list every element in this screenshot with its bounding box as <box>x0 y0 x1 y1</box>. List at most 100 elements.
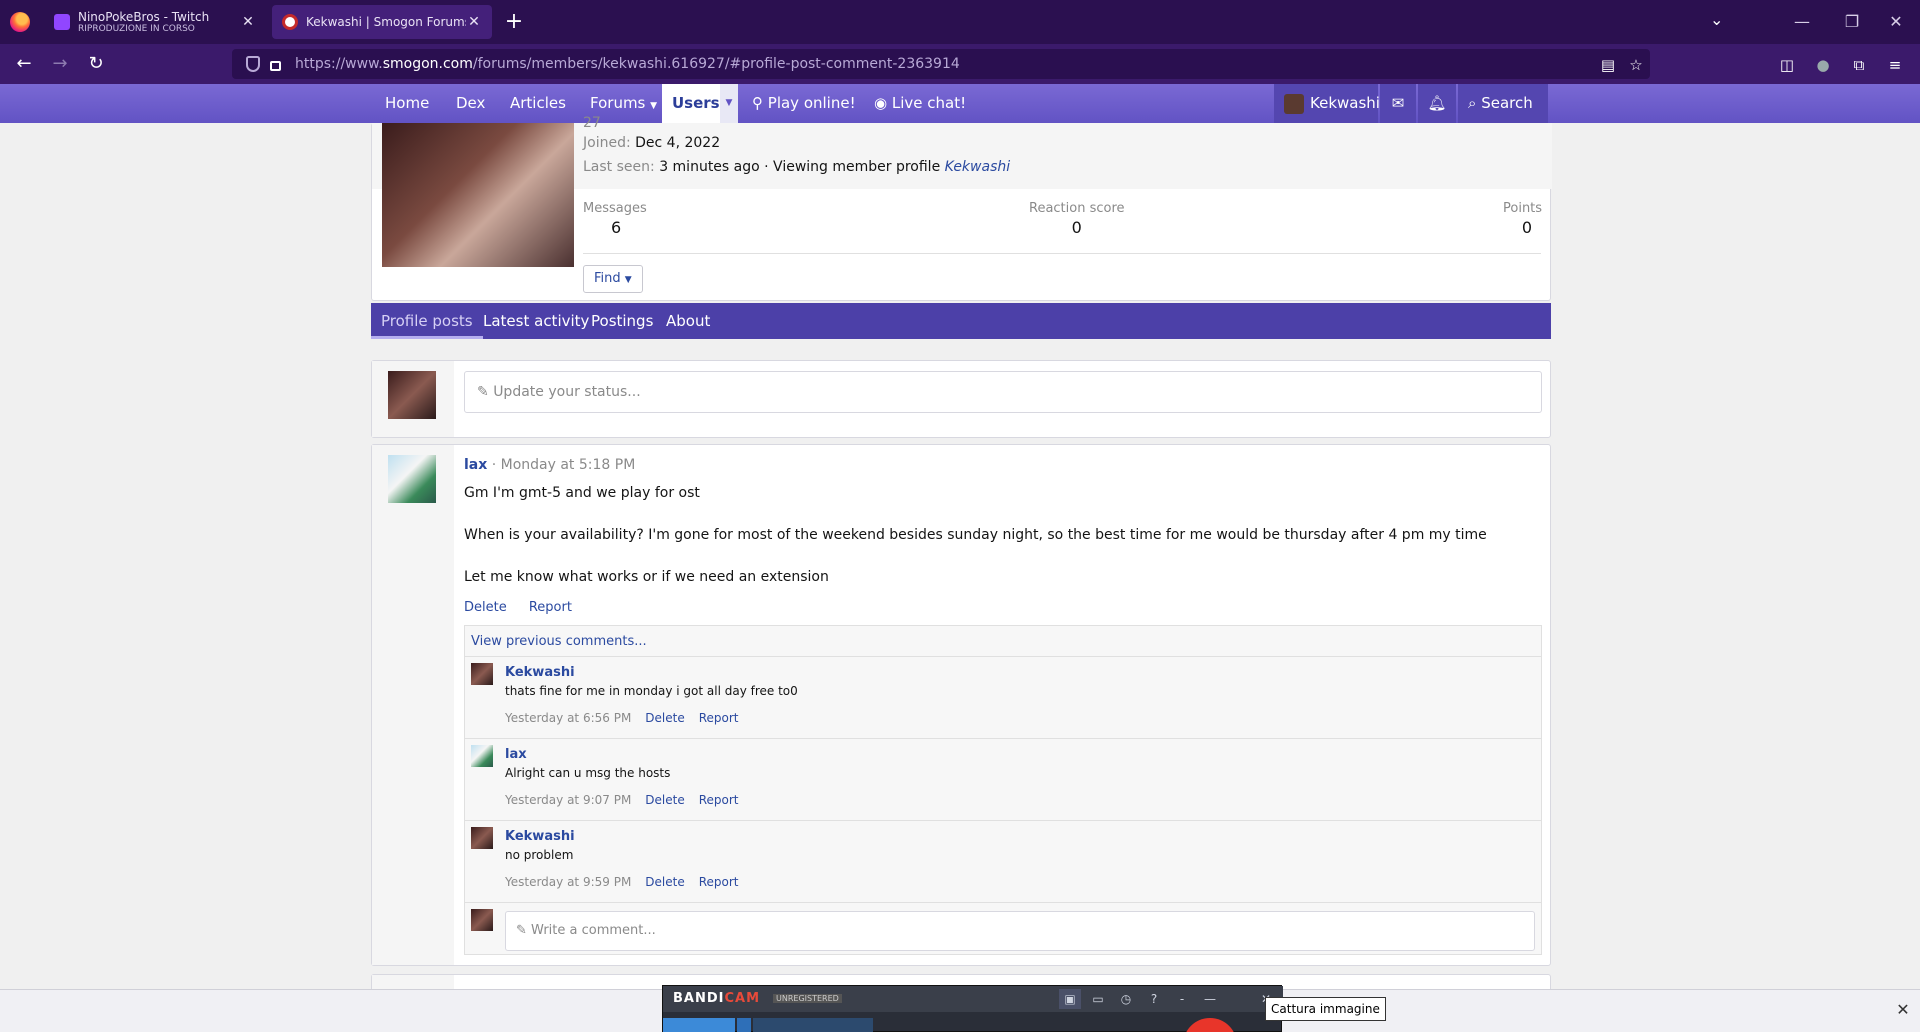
new-tab-icon[interactable]: + <box>502 10 526 34</box>
forward-icon[interactable]: → <box>48 52 72 76</box>
showdown-icon: ⚲ <box>752 94 763 112</box>
pencil-icon: ✎ <box>477 384 489 400</box>
avatar[interactable] <box>471 663 493 685</box>
nav-home[interactable]: Home <box>375 84 439 123</box>
tab-smogon[interactable]: Kekwashi | Smogon Forums ✕ <box>272 5 492 39</box>
pocket-icon[interactable]: ◫ <box>1776 54 1798 76</box>
nav-live-chat[interactable]: ◉ Live chat! <box>864 84 976 123</box>
post-actions: Delete Report <box>464 600 590 615</box>
comment-time[interactable]: Yesterday at 9:07 PM <box>505 793 631 807</box>
status-input[interactable]: ✎ Update your status... <box>464 371 1542 413</box>
bandicam-window[interactable]: BANDICAM UNREGISTERED ▣ ▭ ◷ ? - — ✕ <box>662 985 1283 1032</box>
comment-author[interactable]: Kekwashi <box>505 665 575 680</box>
delete-link[interactable]: Delete <box>645 711 684 725</box>
url-text: https://www.smogon.com/forums/members/ke… <box>295 56 960 72</box>
close-icon[interactable]: ✕ <box>240 14 256 30</box>
collapse-icon[interactable]: — <box>1199 989 1221 1009</box>
tab-postings[interactable]: Postings <box>581 303 663 339</box>
avatar[interactable] <box>471 909 493 931</box>
avatar[interactable] <box>471 827 493 849</box>
extensions-puzzle-icon[interactable]: ⧉ <box>1848 54 1870 76</box>
nav-search[interactable]: ⌕ Search <box>1458 84 1548 123</box>
comment-text: Alright can u msg the hosts <box>505 766 671 780</box>
mode-tab[interactable] <box>753 1018 873 1032</box>
folder-icon[interactable]: ▭ <box>1087 989 1109 1009</box>
post-line: Let me know what works or if we need an … <box>464 569 829 585</box>
comment-input[interactable]: ✎ Write a comment... <box>505 911 1535 951</box>
stat-reaction-score[interactable]: Reaction score 0 <box>1029 201 1125 237</box>
nav-articles[interactable]: Articles <box>500 84 576 123</box>
mode-tab[interactable] <box>737 1018 751 1032</box>
bookmark-star-icon[interactable]: ☆ <box>1626 55 1646 75</box>
lock-icon[interactable] <box>270 61 281 71</box>
report-link[interactable]: Report <box>529 600 572 615</box>
avatar[interactable] <box>382 123 574 267</box>
nav-dex[interactable]: Dex <box>446 84 495 123</box>
delete-link[interactable]: Delete <box>645 875 684 889</box>
profile-post: lax · Monday at 5:18 PM Gm I'm gmt-5 and… <box>371 444 1551 966</box>
post-time[interactable]: · Monday at 5:18 PM <box>492 457 636 473</box>
comment-text: no problem <box>505 848 574 862</box>
nav-play-online[interactable]: ⚲ Play online! <box>742 84 866 123</box>
envelope-icon[interactable]: ✉ <box>1380 84 1416 123</box>
twitch-icon <box>54 14 70 30</box>
post-line: Gm I'm gmt-5 and we play for ost <box>464 485 700 501</box>
post-author[interactable]: lax <box>464 457 487 473</box>
close-icon[interactable]: ✕ <box>1894 1000 1912 1020</box>
mode-tab[interactable] <box>663 1018 735 1032</box>
minimize-icon[interactable]: - <box>1171 989 1193 1009</box>
firefox-icon[interactable] <box>10 12 30 32</box>
chevron-down-icon[interactable]: ⌄ <box>1710 10 1723 29</box>
bell-icon[interactable]: 🔔︎ <box>1418 84 1456 123</box>
window-close-icon[interactable]: ✕ <box>1876 8 1916 36</box>
back-icon[interactable]: ← <box>12 52 36 76</box>
shield-icon[interactable] <box>246 56 260 72</box>
avatar[interactable] <box>471 745 493 767</box>
comment-time[interactable]: Yesterday at 6:56 PM <box>505 711 631 725</box>
avatar[interactable] <box>388 455 436 503</box>
comment: Kekwashi thats fine for me in monday i g… <box>465 656 1541 738</box>
menu-icon[interactable]: ≡ <box>1884 54 1906 76</box>
reader-view-icon[interactable]: ▤ <box>1598 55 1618 75</box>
profile-last-seen: Last seen: 3 minutes ago · Viewing membe… <box>583 159 1011 175</box>
report-link[interactable]: Report <box>699 711 739 725</box>
chevron-down-icon: ▼ <box>650 101 658 111</box>
profile-link[interactable]: Kekwashi <box>945 159 1011 175</box>
tab-about[interactable]: About <box>656 303 720 339</box>
comment: Kekwashi no problem Yesterday at 9:59 PM… <box>465 820 1541 902</box>
page-scrollbar-track[interactable] <box>1906 123 1920 989</box>
chevron-down-icon[interactable]: ▼ <box>720 84 738 123</box>
tab-title: Kekwashi | Smogon Forums <box>306 15 466 29</box>
stat-points[interactable]: Points 0 <box>1503 201 1542 237</box>
find-button[interactable]: Find ▼ <box>583 265 643 293</box>
clock-icon[interactable]: ◷ <box>1115 989 1137 1009</box>
delete-link[interactable]: Delete <box>464 600 507 615</box>
help-icon[interactable]: ? <box>1143 989 1165 1009</box>
browser-toolbar: ← → ↻ https://www.smogon.com/forums/memb… <box>0 44 1920 84</box>
comment-author[interactable]: Kekwashi <box>505 829 575 844</box>
search-icon: ⌕ <box>1468 94 1477 112</box>
tab-profile-posts[interactable]: Profile posts <box>371 303 483 339</box>
minimize-icon[interactable]: — <box>1782 8 1822 36</box>
view-previous-comments-link[interactable]: View previous comments... <box>471 634 647 649</box>
delete-link[interactable]: Delete <box>645 793 684 807</box>
comment-author[interactable]: lax <box>505 747 527 762</box>
comment-time[interactable]: Yesterday at 9:59 PM <box>505 875 631 889</box>
smogon-icon <box>282 14 298 30</box>
profile-partial-line: 27 <box>583 115 601 131</box>
extension-android-icon[interactable]: ● <box>1812 54 1834 76</box>
report-link[interactable]: Report <box>699 875 739 889</box>
divider <box>583 253 1541 254</box>
tab-twitch[interactable]: NinoPokeBros - Twitch RIPRODUZIONE IN CO… <box>44 5 266 39</box>
close-icon[interactable]: ✕ <box>466 14 482 30</box>
stat-messages[interactable]: Messages 6 <box>583 201 647 237</box>
reload-icon[interactable]: ↻ <box>84 52 108 76</box>
url-bar[interactable]: https://www.smogon.com/forums/members/ke… <box>232 49 1650 79</box>
record-button[interactable] <box>1183 1018 1237 1032</box>
account-menu[interactable]: Kekwashi <box>1274 84 1380 123</box>
avatar[interactable] <box>388 371 436 419</box>
report-link[interactable]: Report <box>699 793 739 807</box>
site-navbar: Home Dex Articles Forums ▼ Users ▼ ⚲ Pla… <box>0 84 1920 123</box>
restore-icon[interactable]: ❐ <box>1832 8 1872 36</box>
lock-icon[interactable]: ▣ <box>1059 989 1081 1009</box>
